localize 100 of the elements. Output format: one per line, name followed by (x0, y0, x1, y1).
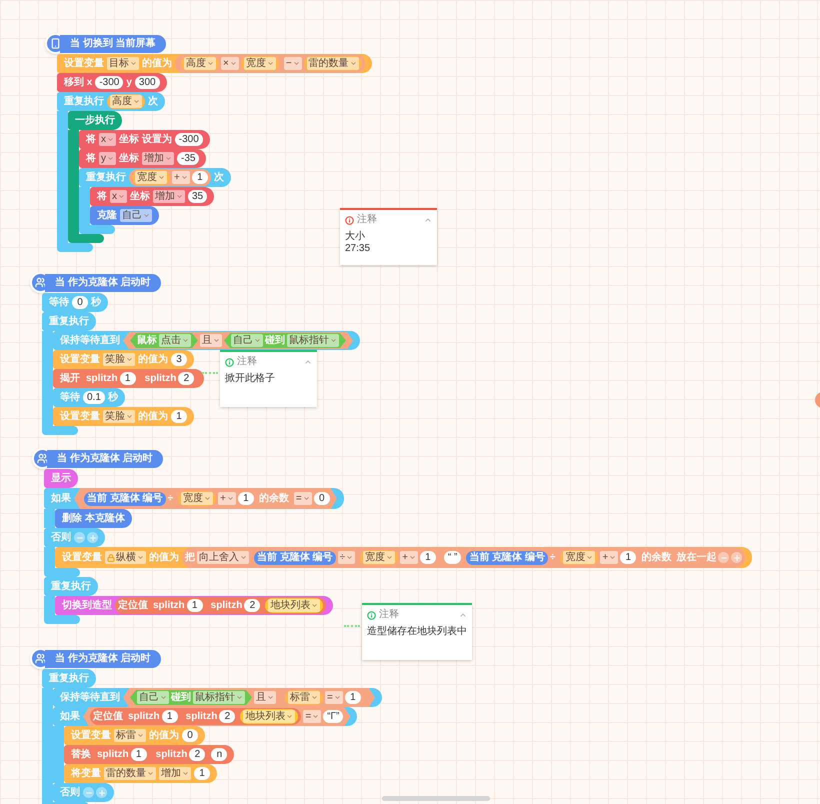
number-field[interactable]: 1 (194, 767, 210, 780)
reporter-block[interactable]: 地块列表 (265, 598, 324, 613)
reporter-block[interactable]: 宽度 (178, 491, 216, 506)
dropdown[interactable]: × (221, 57, 239, 70)
code-block[interactable]: 揭开 splitzh 1 splitzh 2 (53, 369, 204, 388)
reporter-block[interactable]: 定位值 splitzh 1 splitzh 2 地块列表 (115, 597, 326, 614)
code-block[interactable]: 等待 0.1 秒 (53, 388, 125, 407)
reporter-block[interactable]: 雷的数量 (304, 56, 362, 71)
plus-button[interactable] (87, 532, 98, 543)
dropdown[interactable]: 宽度 (181, 492, 214, 505)
dropdown[interactable]: 高度 (184, 57, 216, 70)
plus-button[interactable] (96, 787, 107, 798)
dropdown[interactable]: + (218, 492, 236, 505)
code-block[interactable]: 移到 x -300 y 300 (57, 73, 167, 92)
code-block[interactable]: 将 y 坐标 增加 -35 (79, 149, 206, 168)
dropdown[interactable]: = (325, 691, 343, 704)
dropdown[interactable]: 鼠标指针 (287, 334, 339, 347)
number-field[interactable]: “ ” (444, 551, 462, 564)
number-field[interactable]: 1 (344, 691, 361, 704)
boolean-block[interactable]: 自己 碰到 鼠标指针 (224, 333, 346, 348)
number-field[interactable]: 3 (171, 353, 187, 366)
number-field[interactable]: 1 (192, 171, 208, 184)
dropdown[interactable]: 增加 (159, 767, 191, 780)
reporter-block[interactable]: splitzh 1 (125, 709, 181, 724)
number-field[interactable]: n (211, 748, 228, 761)
dropdown[interactable]: 目标 (107, 57, 139, 70)
number-field[interactable]: -300 (95, 76, 124, 89)
plus-button[interactable] (731, 552, 742, 563)
number-field[interactable]: 0 (182, 729, 198, 742)
reporter-block[interactable]: 标雷 (285, 690, 323, 705)
number-field[interactable]: 0 (72, 296, 88, 309)
number-field[interactable]: 1 (620, 551, 636, 564)
dropdown[interactable]: 地块列表 (243, 710, 296, 723)
dropdown[interactable]: 高度 (110, 95, 142, 108)
dropdown[interactable]: 增加 (142, 152, 174, 165)
code-block[interactable]: 设置变量 笑脸 的值为 1 (53, 407, 194, 426)
dropdown[interactable]: 自己 (120, 209, 152, 222)
code-block[interactable]: 设置变量 标雷 的值为 0 (64, 726, 205, 745)
dropdown[interactable]: x (110, 190, 127, 203)
dropdown[interactable]: 鼠标指针 (193, 691, 245, 704)
dropdown[interactable]: 宽度 (363, 551, 396, 564)
number-field[interactable]: 300 (134, 76, 160, 89)
reporter-block[interactable]: splitzh 1 (83, 371, 139, 386)
code-block[interactable]: 如果 定位值 splitzh 1 splitzh 2 地块列表 = “Γ” (53, 707, 358, 726)
reporter-block[interactable]: 当前 克隆体 编号 ÷ 宽度 + 1 的余数 (463, 548, 674, 567)
code-block[interactable]: 设置变量 目标 的值为 高度 × 宽度 − 雷的数量 (57, 54, 372, 73)
dropdown[interactable]: 地块列表 (268, 599, 320, 612)
reporter-block[interactable]: 高度 × 宽度 (178, 55, 282, 72)
reporter-block[interactable]: 宽度 + 1 (129, 169, 211, 186)
number-field[interactable]: 35 (188, 190, 208, 203)
dropdown[interactable]: x (99, 133, 116, 146)
number-field[interactable]: 0.1 (83, 391, 105, 404)
reporter-block[interactable]: 高度 (107, 94, 145, 109)
number-field[interactable]: -300 (174, 133, 203, 146)
code-block[interactable]: 将 x 坐标 设置为 -300 (79, 130, 210, 149)
dropdown[interactable]: − (284, 57, 302, 70)
reporter-block[interactable]: splitzh 1 (150, 598, 206, 613)
dropdown[interactable]: 自己 (137, 691, 169, 704)
dropdown[interactable]: ÷ (338, 551, 356, 564)
scrollbar[interactable] (382, 796, 490, 801)
dropdown[interactable]: 向上舍入 (197, 551, 249, 564)
collapse-icon[interactable] (459, 611, 467, 619)
reporter-block[interactable]: 宽度 (132, 170, 170, 185)
code-block[interactable]: 如果 当前 克隆体 编号 ÷ 宽度 + 1 的余数 = 0 (44, 488, 344, 509)
dropdown[interactable]: 标雷 (288, 691, 320, 704)
number-field[interactable]: 1 (238, 492, 254, 505)
code-block[interactable]: 等待 0 秒 (42, 293, 108, 312)
number-field[interactable]: “Γ” (323, 710, 344, 723)
minus-button[interactable] (74, 532, 85, 543)
reporter-block[interactable]: splitzh 1 (94, 747, 150, 762)
boolean-block[interactable]: 自己 碰到 鼠标指针 (130, 690, 252, 705)
reporter-block[interactable]: 宽度 (240, 56, 279, 71)
minus-button[interactable] (718, 552, 730, 563)
code-block[interactable]: 重复执行 高度 次 (57, 92, 165, 111)
code-block[interactable]: 将 x 坐标 增加 35 (90, 187, 214, 206)
dropdown[interactable]: + (600, 551, 618, 564)
dropdown[interactable]: y (99, 152, 116, 165)
code-block[interactable]: 设置变量 笑脸 的值为 3 (53, 350, 194, 369)
number-field[interactable]: 1 (420, 551, 436, 564)
collapse-icon[interactable] (424, 216, 432, 224)
dropdown[interactable]: 宽度 (563, 551, 596, 564)
code-block[interactable]: 保持等待直到 自己 碰到 鼠标指针 且 标雷 = 1 (53, 688, 382, 707)
reporter-block[interactable]: 定位值 splitzh 1 splitzh 2 地块列表 (90, 708, 302, 725)
number-field[interactable]: 1 (162, 710, 178, 723)
code-block[interactable]: 保持等待直到 鼠标 点击 且 自己 碰到 鼠标指针 (53, 331, 360, 350)
reporter-block[interactable]: 当前 克隆体 编号 ÷ 宽度 + 1 的余数 (81, 489, 292, 508)
reporter-block[interactable]: 宽度 + 1 (357, 549, 439, 566)
dropdown[interactable]: = (303, 710, 322, 723)
minus-button[interactable] (83, 787, 94, 798)
code-block[interactable]: 设置变量 纵横 的值为 把 向上舍入 当前 克隆体 编号 ÷ 宽度 + 1 “ ” 当前 克隆体 编号 ÷ 宽度 + 1 的余数 放在一起 (55, 547, 752, 568)
reporter-block[interactable]: 宽度 (360, 550, 398, 565)
code-block[interactable]: 替换 splitzh 1 splitzh 2 n (64, 745, 234, 764)
dropdown[interactable]: = (294, 492, 312, 505)
boolean-block[interactable]: 鼠标 点击 (130, 333, 198, 348)
number-field[interactable]: 2 (244, 599, 260, 612)
dropdown[interactable]: 宽度 (244, 57, 276, 70)
dropdown[interactable]: 且 (200, 334, 222, 347)
number-field[interactable]: 1 (186, 599, 203, 612)
number-field[interactable]: 2 (219, 710, 236, 723)
reporter-block[interactable]: 高度 (181, 56, 219, 71)
